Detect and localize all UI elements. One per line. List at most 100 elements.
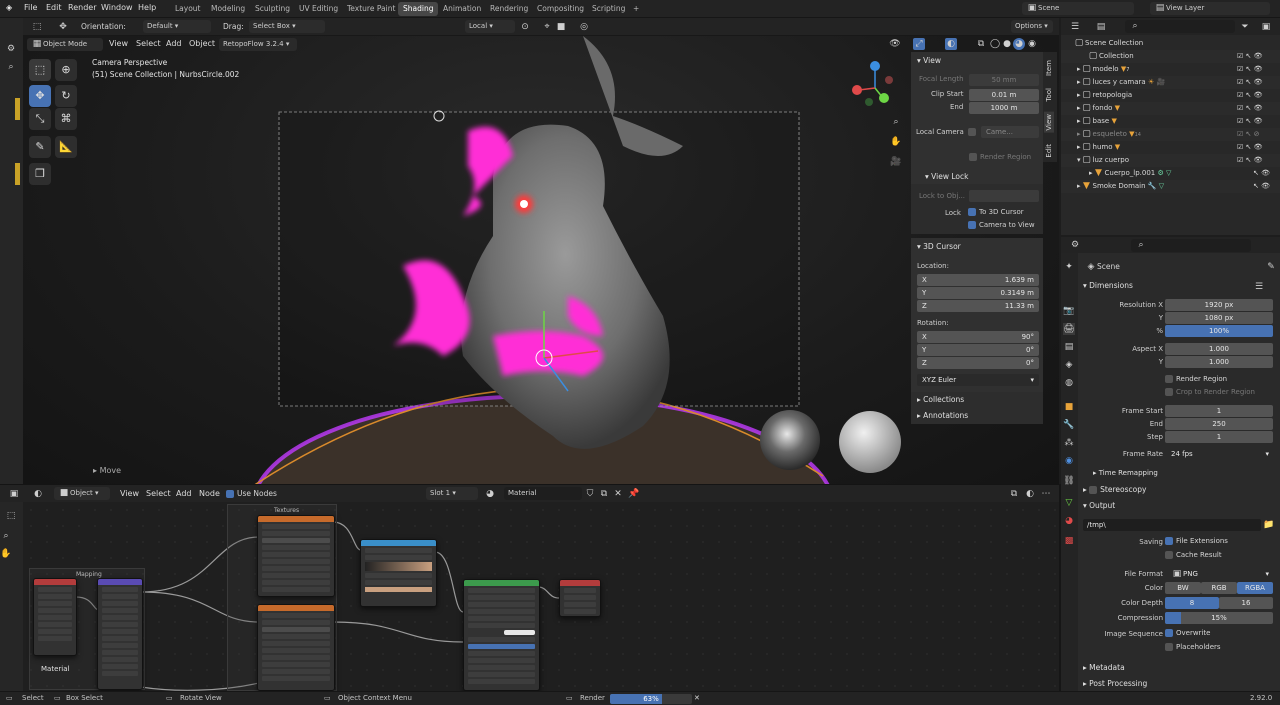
last-operator-panel[interactable]: ▸ Move <box>93 466 121 475</box>
checkbox-icon[interactable]: ☑ ↖ 👁 <box>1237 50 1262 63</box>
frame-step-field[interactable]: 1 <box>1165 431 1273 443</box>
stereoscopy-header[interactable]: ▸ Stereoscopy <box>1083 485 1146 494</box>
menu-file[interactable]: File <box>24 3 37 12</box>
vp-menu-select[interactable]: Select <box>136 39 161 48</box>
clip-start-field[interactable]: 0.01 m <box>969 89 1039 101</box>
scene-tab-icon[interactable]: ◈ <box>1063 359 1075 371</box>
drag-dropdown[interactable]: Select Box ▾ <box>249 20 325 33</box>
filter-icon[interactable]: ⏷ <box>1239 21 1251 33</box>
texture-tab-icon[interactable]: ▩ <box>1063 535 1075 547</box>
color-rgb-button[interactable]: RGB <box>1201 582 1237 594</box>
color-ramp-node[interactable] <box>360 539 437 607</box>
menu-help[interactable]: Help <box>138 3 156 12</box>
view-lock-header[interactable]: ▾ View Lock <box>925 172 968 181</box>
blender-logo-icon[interactable]: ◈ <box>6 3 12 12</box>
tab-edit[interactable]: Edit <box>1045 144 1053 158</box>
scale-tool[interactable]: ⤡ <box>29 108 51 130</box>
tab-texture-paint[interactable]: Texture Paint <box>342 2 400 16</box>
stereoscopy-check[interactable] <box>1089 486 1098 494</box>
depth-16-button[interactable]: 16 <box>1219 597 1273 609</box>
time-remapping-header[interactable]: ▸ Time Remapping <box>1093 469 1158 477</box>
tab-item[interactable]: Item <box>1045 60 1053 76</box>
aspect-x-field[interactable]: 1.000 <box>1165 343 1273 355</box>
outliner-row-retopologia[interactable]: ▸ ▢ retopologia ☑ ↖ 👁 <box>1061 89 1280 102</box>
overlay-toggle-icon[interactable]: ◐ <box>945 38 957 50</box>
frame-start-field[interactable]: 1 <box>1165 405 1273 417</box>
outliner-row-base[interactable]: ▸ ▢ base ▼ ☑ ↖ 👁 <box>1061 115 1280 128</box>
menu-window[interactable]: Window <box>101 3 133 12</box>
outliner-row-cuerpo[interactable]: ▸ ▼ Cuerpo_lp.001 ⚙ ▽ ↖ 👁 <box>1061 167 1280 180</box>
overwrite-checkbox[interactable]: Overwrite <box>1165 629 1210 637</box>
material-tab-icon[interactable]: ◕ <box>1063 515 1075 527</box>
world-tab-icon[interactable]: ◍ <box>1063 377 1075 389</box>
dimensions-header[interactable]: ▾ Dimensions <box>1083 281 1133 290</box>
checkbox-icon[interactable]: ☑ ↖ 👁 <box>1237 154 1262 167</box>
outliner-row-luces[interactable]: ▸ ▢ luces y camara ☀ 🎥 ☑ ↖ 👁 <box>1061 76 1280 89</box>
scene-selector[interactable]: ▣ Scene <box>1022 2 1134 15</box>
visibility-icon[interactable]: ↖ 👁 <box>1253 167 1270 180</box>
navigation-gizmo[interactable] <box>852 61 893 106</box>
node-menu-view[interactable]: View <box>120 489 139 498</box>
presets-icon[interactable]: ☰ <box>1253 281 1265 293</box>
tab-compositing[interactable]: Compositing <box>532 2 589 16</box>
object-tab-icon[interactable]: ■ <box>1063 401 1075 413</box>
color-rgba-button[interactable]: RGBA <box>1237 582 1273 594</box>
view-layer-selector[interactable]: ▤ View Layer <box>1150 2 1270 15</box>
checkbox-icon[interactable]: ☑ ↖ 👁 <box>1237 76 1262 89</box>
checkbox-icon[interactable]: ☑ ↖ 👁 <box>1237 63 1262 76</box>
metadata-header[interactable]: ▸ Metadata <box>1083 663 1125 672</box>
material-shading-icon[interactable]: ◕ <box>1013 38 1025 50</box>
tab-shading[interactable]: Shading <box>398 2 439 16</box>
add-workspace-button[interactable]: + <box>628 2 644 16</box>
fake-user-icon[interactable]: ⛉ <box>584 488 596 500</box>
object-type-dropdown[interactable]: ■ Object ▾ <box>54 487 110 500</box>
node-menu-node[interactable]: Node <box>199 489 220 498</box>
cursor-location-x[interactable]: X 1.639 m <box>917 274 1039 286</box>
zoom-icon[interactable]: ⌕ <box>0 530 12 542</box>
pan-icon[interactable]: ✋ <box>0 548 12 560</box>
cache-result-checkbox[interactable]: Cache Result <box>1165 551 1222 559</box>
use-nodes-checkbox[interactable]: Use Nodes <box>226 489 277 498</box>
search-icon[interactable]: ⌕ <box>5 61 17 73</box>
transform-tool[interactable]: ⌘ <box>55 108 77 130</box>
vp-menu-view[interactable]: View <box>109 39 128 48</box>
checkbox-icon[interactable]: ☑ ↖ ⊘ <box>1237 128 1259 141</box>
snap-icon[interactable]: ⌖ <box>541 21 553 33</box>
annotate-tool[interactable]: ✎ <box>29 136 51 158</box>
rendered-shading-icon[interactable]: ◉ <box>1026 38 1038 50</box>
tab-rendering[interactable]: Rendering <box>485 2 533 16</box>
outliner-row-scene-collection[interactable]: ▢ Scene Collection <box>1061 37 1280 50</box>
view-layer-tab-icon[interactable]: ▤ <box>1063 341 1075 353</box>
file-extensions-checkbox[interactable]: File Extensions <box>1165 537 1228 545</box>
color-ramp-gradient[interactable] <box>365 562 432 571</box>
checkbox-icon[interactable]: ☑ ↖ 👁 <box>1237 115 1262 128</box>
retopoflow-dropdown[interactable]: RetopoFlow 3.2.4 ▾ <box>219 38 297 51</box>
tab-scripting[interactable]: Scripting <box>587 2 630 16</box>
clip-end-field[interactable]: 1000 m <box>969 102 1039 114</box>
selection-mode-icon[interactable]: ⬚ <box>31 21 43 33</box>
snap-icon[interactable]: ⧉ <box>1008 488 1020 500</box>
render-tab-icon[interactable]: 📷 <box>1063 305 1075 317</box>
image-texture-node[interactable] <box>257 604 335 691</box>
outliner-row-smoke-domain[interactable]: ▸ ▼ Smoke Domain 🔧 ▽ ↖ 👁 <box>1061 180 1280 193</box>
local-camera-checkbox[interactable] <box>968 128 976 136</box>
cursor-location-y[interactable]: Y 0.3149 m <box>917 287 1039 299</box>
folder-icon[interactable]: 📁 <box>1263 519 1275 531</box>
collections-header[interactable]: ▸ Collections <box>917 395 964 404</box>
annotations-header[interactable]: ▸ Annotations <box>917 411 968 420</box>
vp-menu-add[interactable]: Add <box>166 39 182 48</box>
outliner-row-luz-cuerpo[interactable]: ▾ ▢ luz cuerpo ☑ ↖ 👁 <box>1061 154 1280 167</box>
resolution-percent-field[interactable]: 100% <box>1165 325 1273 337</box>
camera-view-icon[interactable]: 🎥 <box>890 156 902 168</box>
rotation-mode-dropdown[interactable]: XYZ Euler ▾ <box>917 374 1039 386</box>
tab-view[interactable]: View <box>1044 112 1054 133</box>
select-box-tool[interactable]: ⬚ <box>29 59 51 81</box>
data-tab-icon[interactable]: ▽ <box>1063 497 1075 509</box>
visibility-icon[interactable]: 👁 <box>889 38 901 50</box>
properties-search-input[interactable]: ⌕ <box>1131 239 1251 252</box>
color-bw-button[interactable]: BW <box>1165 582 1201 594</box>
pin-icon[interactable]: ✎ <box>1265 261 1277 273</box>
particles-tab-icon[interactable]: ⁂ <box>1063 437 1075 449</box>
shader-editor-icon[interactable]: ▣ <box>8 488 20 500</box>
aspect-y-field[interactable]: 1.000 <box>1165 356 1273 368</box>
